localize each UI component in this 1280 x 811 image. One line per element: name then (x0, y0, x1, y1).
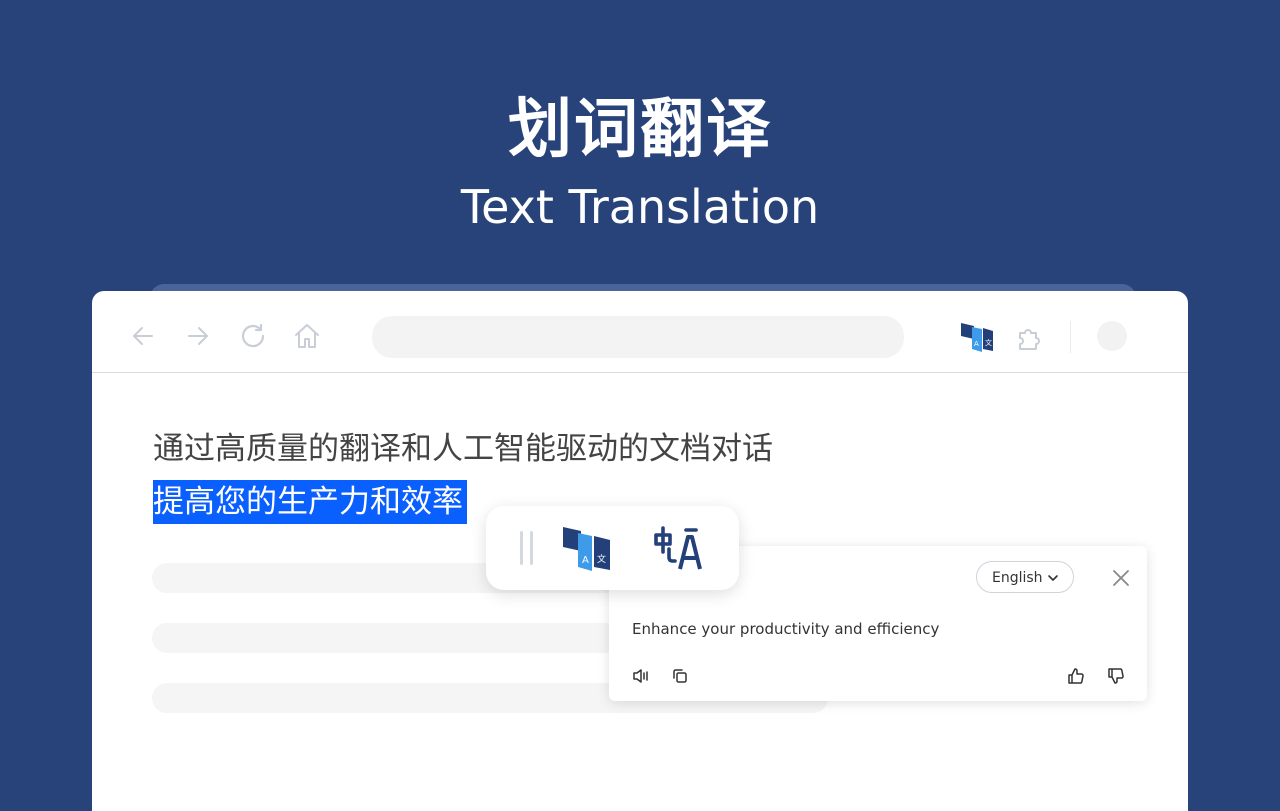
reload-icon (241, 323, 265, 348)
translation-text: Enhance your productivity and efficiency (632, 620, 940, 638)
puzzle-icon (1019, 329, 1040, 350)
thumbs-up-icon (1068, 668, 1084, 684)
language-switch-icon (654, 526, 702, 570)
address-bar[interactable] (372, 316, 904, 358)
home-button[interactable] (292, 321, 322, 351)
forward-button[interactable] (183, 321, 213, 351)
hero-title: 划词翻译 (508, 93, 772, 167)
close-button[interactable] (1111, 568, 1131, 588)
svg-text:文: 文 (597, 553, 606, 565)
thumbs-down-icon (1108, 668, 1124, 684)
forward-arrow-icon (188, 327, 208, 345)
thumbs-up-button[interactable] (1066, 666, 1086, 686)
profile-avatar[interactable] (1097, 321, 1127, 351)
selected-text[interactable]: 提高您的生产力和效率 (153, 480, 467, 524)
content-text-line: 通过高质量的翻译和人工智能驱动的文档对话 (153, 431, 773, 467)
translate-extension-button[interactable]: A 文 (960, 319, 996, 353)
hero-subtitle: Text Translation (460, 180, 820, 234)
drag-handle[interactable] (520, 531, 534, 565)
svg-text:文: 文 (985, 338, 992, 347)
toolbar-divider (1070, 321, 1071, 353)
home-icon (295, 324, 319, 348)
speaker-icon (633, 669, 648, 683)
drag-handle-icon (520, 531, 523, 565)
back-button[interactable] (128, 321, 158, 351)
svg-text:A: A (974, 340, 979, 348)
reload-button[interactable] (238, 321, 268, 351)
target-language-label: English (992, 570, 1043, 586)
thumbs-down-button[interactable] (1106, 666, 1126, 686)
skeleton-line (152, 623, 622, 653)
browser-toolbar: A 文 (92, 291, 1188, 373)
svg-text:A: A (582, 555, 589, 566)
extension-logo-icon: A 文 (961, 323, 993, 352)
copy-icon (673, 669, 687, 683)
target-language-select[interactable]: English (976, 561, 1074, 593)
speak-button[interactable] (631, 666, 651, 686)
translate-selection-button[interactable]: A 文 (562, 524, 612, 572)
language-switch-button[interactable] (654, 524, 702, 572)
translate-logo-icon: A 文 (563, 527, 610, 571)
close-icon (1113, 570, 1129, 586)
chevron-down-icon (1048, 575, 1058, 581)
copy-button[interactable] (670, 666, 690, 686)
extensions-button[interactable] (1014, 321, 1046, 353)
back-arrow-icon (133, 327, 153, 345)
selection-toolbar: A 文 (486, 506, 739, 590)
drag-handle-icon (530, 531, 533, 565)
